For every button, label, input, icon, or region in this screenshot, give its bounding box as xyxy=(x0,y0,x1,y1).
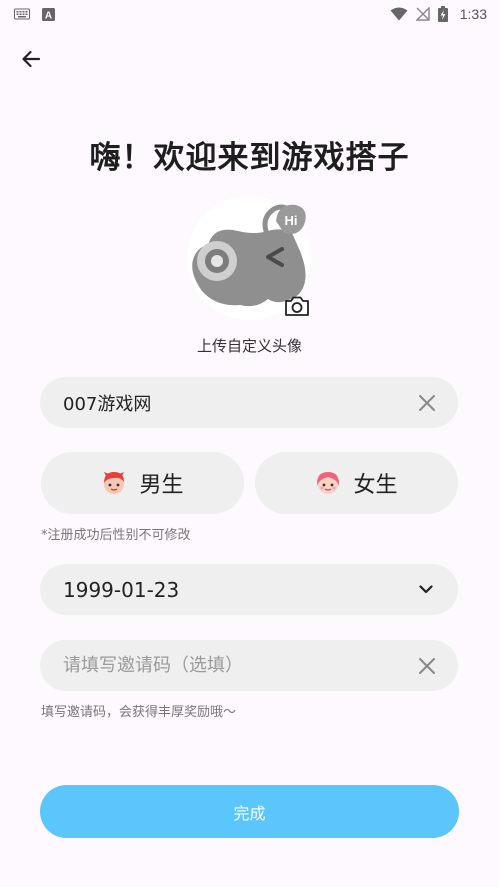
done-button[interactable]: 完成 xyxy=(40,785,459,838)
gender-female-label: 女生 xyxy=(353,473,398,498)
invite-code-clear-button[interactable] xyxy=(416,655,438,677)
birthday-value: 1999-01-23 xyxy=(63,577,180,602)
nickname-input[interactable] xyxy=(63,392,416,413)
back-button[interactable] xyxy=(14,42,48,76)
gender-female-button[interactable]: 女生 xyxy=(255,452,458,514)
no-signal-icon xyxy=(415,7,430,21)
page-title: 嗨！欢迎来到游戏搭子 xyxy=(89,140,410,176)
status-bar: A 1:33 xyxy=(0,0,499,28)
gender-male-label: 男生 xyxy=(139,473,184,498)
close-icon xyxy=(419,394,435,411)
male-avatar-icon xyxy=(104,472,125,494)
invite-code-field[interactable] xyxy=(40,640,458,691)
invite-code-input[interactable] xyxy=(63,655,416,676)
gender-male-button[interactable]: 男生 xyxy=(41,452,244,514)
birthday-select[interactable]: 1999-01-23 xyxy=(40,564,458,615)
avatar-upload-hint[interactable]: 上传自定义头像 xyxy=(0,335,499,356)
arrow-left-icon xyxy=(22,50,41,68)
status-right: 1:33 xyxy=(390,6,487,22)
chevron-down-icon xyxy=(419,585,433,594)
female-avatar-icon xyxy=(317,472,340,494)
nickname-clear-button[interactable] xyxy=(416,392,438,414)
camera-icon[interactable] xyxy=(284,295,310,317)
a-notification-icon: A xyxy=(42,7,55,21)
invite-code-note: 填写邀请码，会获得丰厚奖励哦～ xyxy=(41,705,237,720)
keyboard-icon xyxy=(14,8,30,20)
avatar-upload[interactable]: Hi xyxy=(186,195,312,321)
nickname-field[interactable] xyxy=(40,377,458,428)
gender-note: *注册成功后性别不可修改 xyxy=(41,528,191,543)
wifi-icon xyxy=(390,7,408,21)
status-left: A xyxy=(14,7,55,21)
status-time: 1:33 xyxy=(459,6,487,22)
svg-text:A: A xyxy=(45,10,52,21)
battery-charging-icon xyxy=(437,6,448,22)
svg-text:Hi: Hi xyxy=(285,213,298,228)
close-icon xyxy=(419,657,435,674)
